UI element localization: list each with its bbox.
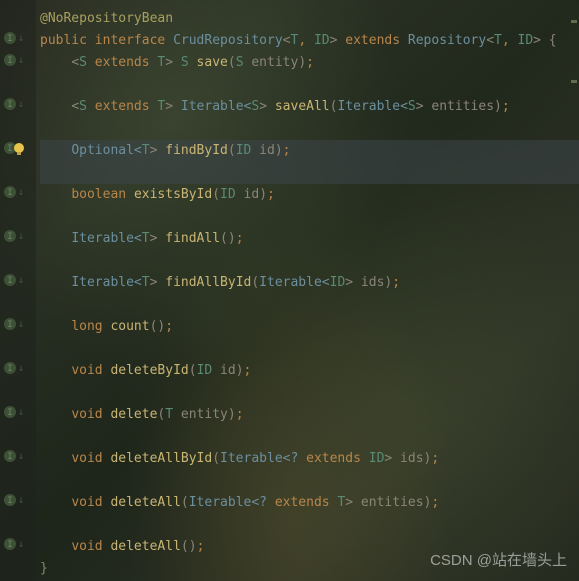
code-line: Iterable<T> findAll();: [40, 228, 579, 272]
code-line: <S extends T> Iterable<S> saveAll(Iterab…: [40, 96, 579, 140]
code-line: void deleteById(ID id);: [40, 360, 579, 404]
code-line: public interface CrudRepository<T, ID> e…: [40, 30, 579, 52]
code-line: Iterable<T> findAllById(Iterable<ID> ids…: [40, 272, 579, 316]
scrollbar-mark: [571, 80, 577, 83]
code-content[interactable]: @NoRepositoryBean public interface CrudR…: [36, 0, 579, 580]
scrollbar-mark: [571, 20, 577, 23]
scrollbar[interactable]: [569, 0, 579, 581]
code-line: long count();: [40, 316, 579, 360]
annotation: @NoRepositoryBean: [40, 11, 173, 26]
code-line-highlighted: Optional<T> findById(ID id);: [40, 140, 579, 184]
code-line: void deleteAll(Iterable<? extends T> ent…: [40, 492, 579, 536]
code-line: @NoRepositoryBean: [40, 8, 579, 30]
code-line: <S extends T> S save(S entity);: [40, 52, 579, 96]
code-line: void delete(T entity);: [40, 404, 579, 448]
code-editor: I ↓ I ↓ I ↓ I ↓ I ↓ I ↓ I ↓ I ↓ I ↓ I ↓ …: [0, 0, 579, 581]
gutter: [0, 0, 36, 581]
intention-bulb-icon[interactable]: [12, 142, 26, 162]
code-line: boolean existsById(ID id);: [40, 184, 579, 228]
code-line: void deleteAllById(Iterable<? extends ID…: [40, 448, 579, 492]
watermark: CSDN @站在墙头上: [430, 550, 567, 571]
